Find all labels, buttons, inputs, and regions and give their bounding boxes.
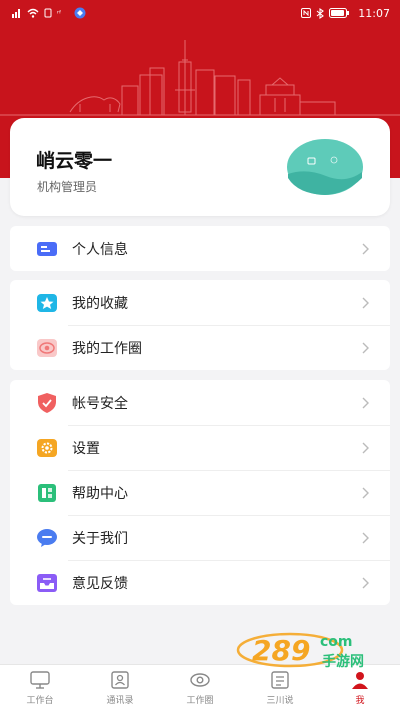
menu-group-settings: 帐号安全 设置 帮助中心 关于我们 意见反馈: [10, 380, 390, 605]
svg-text:com: com: [320, 634, 353, 650]
chevron-right-icon: [362, 487, 369, 498]
sim-icon: [44, 8, 52, 18]
eye-icon: [190, 673, 210, 687]
profile-role: 机构管理员: [37, 180, 98, 194]
app-badge-icon: [74, 7, 86, 19]
nfc-icon: ʳᶠ: [57, 9, 61, 18]
help-book-icon: [36, 483, 58, 502]
menu-item-account-security[interactable]: 帐号安全: [10, 380, 390, 425]
menu-item-about-us[interactable]: 关于我们: [10, 515, 390, 560]
tab-label: 三川说: [266, 696, 294, 706]
chevron-right-icon: [362, 532, 369, 543]
menu-item-label: 帮助中心: [72, 485, 128, 502]
gear-icon: [36, 438, 58, 457]
chevron-right-icon: [362, 342, 369, 353]
menu-item-favorites[interactable]: 我的收藏: [10, 280, 390, 325]
star-icon: [36, 293, 58, 312]
chevron-right-icon: [362, 442, 369, 453]
menu-item-work-circle[interactable]: 我的工作圈: [10, 325, 390, 370]
signal-icon: [12, 9, 20, 18]
tab-label: 工作台: [26, 696, 54, 706]
chevron-right-icon: [362, 397, 369, 408]
chevron-right-icon: [362, 243, 369, 254]
menu-item-label: 设置: [72, 440, 100, 457]
svg-text:手游网: 手游网: [322, 653, 364, 670]
menu-item-label: 个人信息: [72, 241, 128, 258]
chat-bubble-icon: [36, 528, 58, 547]
tab-workbench[interactable]: 工作台: [0, 665, 80, 710]
profile-name: 峭云零一: [36, 150, 113, 172]
tab-label: 工作圈: [186, 696, 214, 706]
watermark-logo: 289 com 手游网: [236, 632, 364, 670]
avatar[interactable]: [286, 138, 364, 196]
bluetooth-icon: [316, 7, 325, 19]
person-icon: [352, 672, 368, 689]
menu-item-personal-info[interactable]: 个人信息: [10, 226, 390, 271]
monitor-icon: [30, 671, 50, 689]
chevron-right-icon: [362, 297, 369, 308]
menu-item-help-center[interactable]: 帮助中心: [10, 470, 390, 515]
menu-item-label: 关于我们: [72, 530, 128, 547]
shield-icon: [36, 392, 58, 413]
inbox-icon: [36, 573, 58, 592]
chevron-right-icon: [362, 577, 369, 588]
menu-item-label: 我的工作圈: [72, 340, 142, 357]
status-bar: ʳᶠ 11:07: [0, 0, 400, 26]
nfc-n-icon: [301, 8, 312, 18]
wifi-icon: [27, 8, 39, 18]
battery-icon: [329, 8, 350, 18]
menu-item-feedback[interactable]: 意见反馈: [10, 560, 390, 605]
svg-text:289: 289: [252, 634, 310, 667]
menu-item-label: 帐号安全: [72, 395, 128, 412]
menu-group-profile: 个人信息: [10, 226, 390, 271]
tab-contacts[interactable]: 通讯录: [80, 665, 160, 710]
menu-item-label: 意见反馈: [72, 575, 128, 592]
status-time: 11:07: [358, 6, 390, 20]
circle-eye-icon: [36, 338, 58, 357]
svg-text:ʳᶠ: ʳᶠ: [57, 9, 61, 18]
tab-label: 通讯录: [106, 696, 134, 706]
menu-item-label: 我的收藏: [72, 295, 128, 312]
menu-group-collections: 我的收藏 我的工作圈: [10, 280, 390, 370]
profile-card[interactable]: 峭云零一 机构管理员: [10, 118, 390, 216]
news-icon: [271, 671, 289, 689]
tab-work-circle[interactable]: 工作圈: [160, 665, 240, 710]
menu-item-settings[interactable]: 设置: [10, 425, 390, 470]
contacts-icon: [111, 671, 129, 689]
tab-label: 我: [355, 696, 365, 706]
id-card-icon: [36, 240, 58, 258]
